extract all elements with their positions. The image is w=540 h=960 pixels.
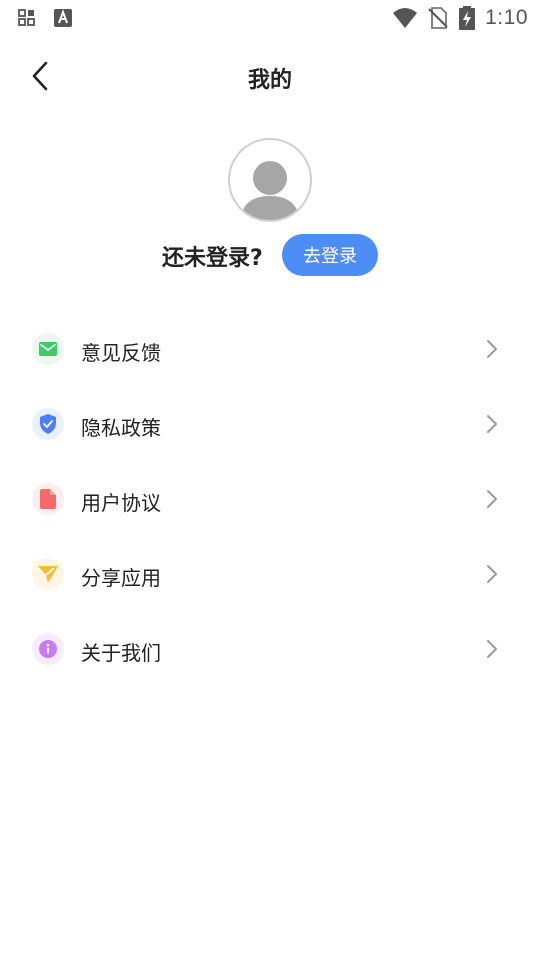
menu-item-share-app[interactable]: 分享应用: [0, 537, 540, 612]
page-title: 我的: [247, 68, 292, 93]
menu-item-about-us[interactable]: 关于我们: [0, 612, 540, 687]
status-bar: 1:10: [0, 0, 540, 36]
login-row: 还未登录? 去登录: [0, 234, 540, 276]
grid-notification-icon: [18, 9, 36, 31]
menu-list: 意见反馈 隐私政策 用户协议 分享应用 关于我们: [0, 312, 540, 687]
menu-item-label: 关于我们: [81, 641, 161, 665]
status-time: 1:10: [485, 6, 528, 29]
menu-item-label: 隐私政策: [81, 416, 161, 440]
chevron-right-icon: [484, 488, 500, 510]
chevron-right-icon: [484, 413, 500, 435]
menu-item-label: 意见反馈: [81, 341, 161, 365]
send-icon: [32, 558, 64, 590]
chevron-right-icon: [484, 563, 500, 585]
info-icon: [32, 633, 64, 665]
battery-charging-icon: [458, 6, 476, 34]
text-a-icon: [54, 9, 72, 31]
document-icon: [32, 483, 64, 515]
mail-icon: [32, 333, 64, 365]
menu-item-label: 分享应用: [81, 566, 161, 590]
shield-check-icon: [32, 408, 64, 440]
avatar[interactable]: [228, 138, 312, 222]
menu-item-label: 用户协议: [81, 491, 161, 515]
default-user-icon: [230, 161, 310, 220]
wifi-icon: [392, 7, 418, 33]
no-sim-icon: [428, 7, 448, 33]
login-button[interactable]: 去登录: [282, 234, 378, 276]
menu-item-feedback[interactable]: 意见反馈: [0, 312, 540, 387]
chevron-right-icon: [484, 338, 500, 360]
login-prompt: 还未登录?: [162, 246, 263, 271]
menu-item-user-agreement[interactable]: 用户协议: [0, 462, 540, 537]
chevron-right-icon: [484, 638, 500, 660]
header: 我的: [0, 48, 540, 108]
menu-item-privacy-policy[interactable]: 隐私政策: [0, 387, 540, 462]
